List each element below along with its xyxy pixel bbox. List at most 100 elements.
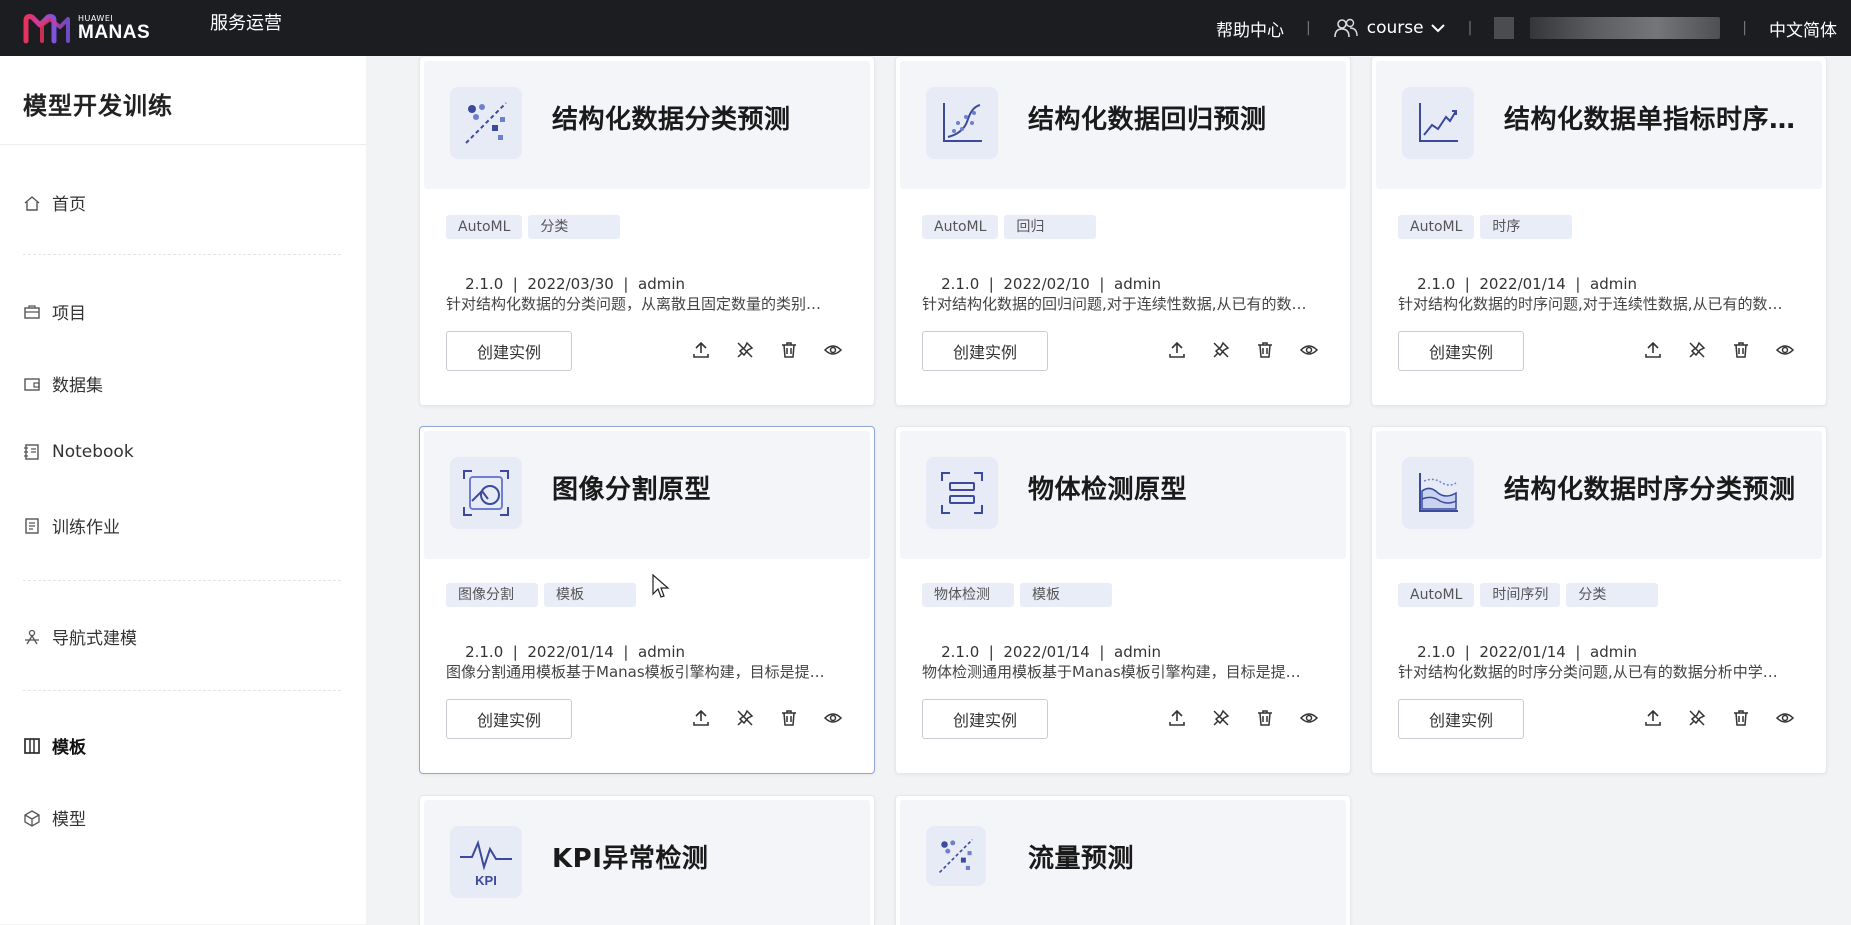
sidebar-item-models[interactable]: 模型 [22, 805, 86, 830]
tag: 分类 [1566, 583, 1659, 607]
tag: 时间序列 [1480, 583, 1561, 607]
scatter-flow-icon [926, 826, 986, 886]
upload-icon[interactable] [1166, 707, 1188, 729]
image-segmentation-icon [450, 457, 522, 529]
separator: | [1742, 20, 1747, 36]
document-icon [22, 516, 42, 536]
card-title: 结构化数据回归预测 [1028, 105, 1267, 135]
upload-icon[interactable] [690, 339, 712, 361]
card-header: 结构化数据时序分类预测 [1376, 431, 1822, 559]
sidebar-item-projects[interactable]: 项目 [22, 299, 86, 324]
delete-icon[interactable] [1730, 339, 1752, 361]
tag: 分类 [528, 215, 621, 239]
unpin-icon[interactable] [1210, 707, 1232, 729]
unpin-icon[interactable] [1686, 339, 1708, 361]
sidebar-item-datasets[interactable]: 数据集 [22, 371, 103, 396]
sidebar-item-notebook[interactable]: Notebook [22, 442, 134, 462]
unpin-icon[interactable] [734, 339, 756, 361]
redacted-region [1530, 17, 1721, 39]
tag: 模板 [544, 583, 636, 607]
nav-service-operation[interactable]: 服务运营 [210, 0, 282, 56]
card-description: 针对结构化数据的时序问题,对于连续性数据,从已有的数据中… [1398, 295, 1788, 313]
tag: 图像分割 [446, 583, 538, 607]
cube-icon [22, 808, 42, 828]
area-chart-icon [1402, 457, 1474, 529]
top-navigation-bar: HUAWEI MANAS 服务运营 帮助中心 | course | | 中文简体 [0, 0, 1851, 56]
template-card[interactable]: KPI KPI异常检测 [419, 795, 875, 925]
template-card[interactable]: 流量预测 [895, 795, 1351, 925]
home-icon [22, 193, 42, 213]
unpin-icon[interactable] [734, 707, 756, 729]
unpin-icon[interactable] [1210, 339, 1232, 361]
template-icon [22, 736, 42, 756]
view-icon[interactable] [1774, 339, 1796, 361]
template-card[interactable]: 结构化数据单指标时序预测 AutoML 时序 2.1.0 | 2022/01/1… [1371, 56, 1827, 406]
sidebar-item-label: 首页 [52, 195, 86, 215]
template-card[interactable]: 结构化数据分类预测 AutoML 分类 2.1.0 | 2022/03/30 |… [419, 56, 875, 406]
view-icon[interactable] [1774, 707, 1796, 729]
upload-icon[interactable] [1166, 339, 1188, 361]
view-icon[interactable] [1298, 339, 1320, 361]
tag: 物体检测 [922, 583, 1014, 607]
sidebar-item-label: 导航式建模 [52, 629, 137, 649]
user-name: course [1366, 18, 1424, 38]
template-card[interactable]: 物体检测原型 物体检测 模板 2.1.0 | 2022/01/14 | admi… [895, 426, 1351, 774]
delete-icon[interactable] [778, 707, 800, 729]
author: admin [1114, 643, 1161, 661]
sidebar-title: 模型开发训练 [23, 92, 173, 120]
card-title: 结构化数据分类预测 [552, 105, 791, 135]
view-icon[interactable] [822, 339, 844, 361]
create-instance-button[interactable]: 创建实例 [446, 699, 572, 739]
template-card[interactable]: 结构化数据回归预测 AutoML 回归 2.1.0 | 2022/02/10 |… [895, 56, 1351, 406]
sidebar-item-home[interactable]: 首页 [22, 190, 86, 215]
delete-icon[interactable] [1730, 707, 1752, 729]
users-icon [1333, 18, 1358, 38]
unpin-icon[interactable] [1686, 707, 1708, 729]
card-description: 物体检测通用模板基于Manas模板引擎构建，目标是提供… [922, 663, 1312, 681]
upload-icon[interactable] [690, 707, 712, 729]
version: 2.1.0 [941, 275, 980, 293]
tag: AutoML [1398, 215, 1475, 239]
sidebar-item-guided-modeling[interactable]: 导航式建模 [22, 624, 137, 649]
card-header: 结构化数据单指标时序预测 [1376, 61, 1822, 189]
version: 2.1.0 [941, 643, 980, 661]
date: 2022/02/10 [1003, 275, 1090, 293]
create-instance-button[interactable]: 创建实例 [922, 331, 1048, 371]
create-instance-button[interactable]: 创建实例 [1398, 699, 1524, 739]
author: admin [638, 275, 685, 293]
date: 2022/01/14 [1003, 643, 1090, 661]
delete-icon[interactable] [778, 339, 800, 361]
delete-icon[interactable] [1254, 707, 1276, 729]
card-title: 物体检测原型 [1028, 475, 1188, 505]
sidebar-item-training-jobs[interactable]: 训练作业 [22, 513, 120, 538]
create-instance-button[interactable]: 创建实例 [1398, 331, 1524, 371]
view-icon[interactable] [822, 707, 844, 729]
author: admin [1590, 643, 1637, 661]
view-icon[interactable] [1298, 707, 1320, 729]
manas-logo[interactable]: HUAWEI MANAS [22, 8, 152, 48]
date: 2022/03/30 [527, 275, 614, 293]
create-instance-button[interactable]: 创建实例 [922, 699, 1048, 739]
delete-icon[interactable] [1254, 339, 1276, 361]
sidebar-item-label: 项目 [52, 304, 86, 324]
kpi-waveform-icon: KPI [450, 826, 522, 898]
card-header: 图像分割原型 [424, 431, 870, 559]
upload-icon[interactable] [1642, 707, 1664, 729]
upload-icon[interactable] [1642, 339, 1664, 361]
user-menu[interactable]: course [1333, 17, 1446, 39]
separator: | [1306, 20, 1311, 36]
sidebar: 模型开发训练 首页 项目 数据集 Notebook 训练作业 导航式建模 模板 … [0, 56, 366, 924]
card-description: 图像分割通用模板基于Manas模板引擎构建，目标是提供… [446, 663, 836, 681]
sidebar-item-templates[interactable]: 模板 [22, 733, 86, 758]
create-instance-button[interactable]: 创建实例 [446, 331, 572, 371]
template-card[interactable]: 图像分割原型 图像分割 模板 2.1.0 | 2022/01/14 | admi… [419, 426, 875, 774]
sidebar-item-label: 模板 [52, 738, 86, 758]
mouse-cursor-icon [652, 574, 670, 598]
object-detection-icon [926, 457, 998, 529]
sidebar-item-label: 模型 [52, 810, 86, 830]
date: 2022/01/14 [527, 643, 614, 661]
template-card[interactable]: 结构化数据时序分类预测 AutoML 时间序列 分类 2.1.0 | 2022/… [1371, 426, 1827, 774]
tag: AutoML [922, 215, 999, 239]
language-switch[interactable]: 中文简体 [1769, 16, 1837, 41]
help-center-link[interactable]: 帮助中心 [1216, 16, 1284, 41]
